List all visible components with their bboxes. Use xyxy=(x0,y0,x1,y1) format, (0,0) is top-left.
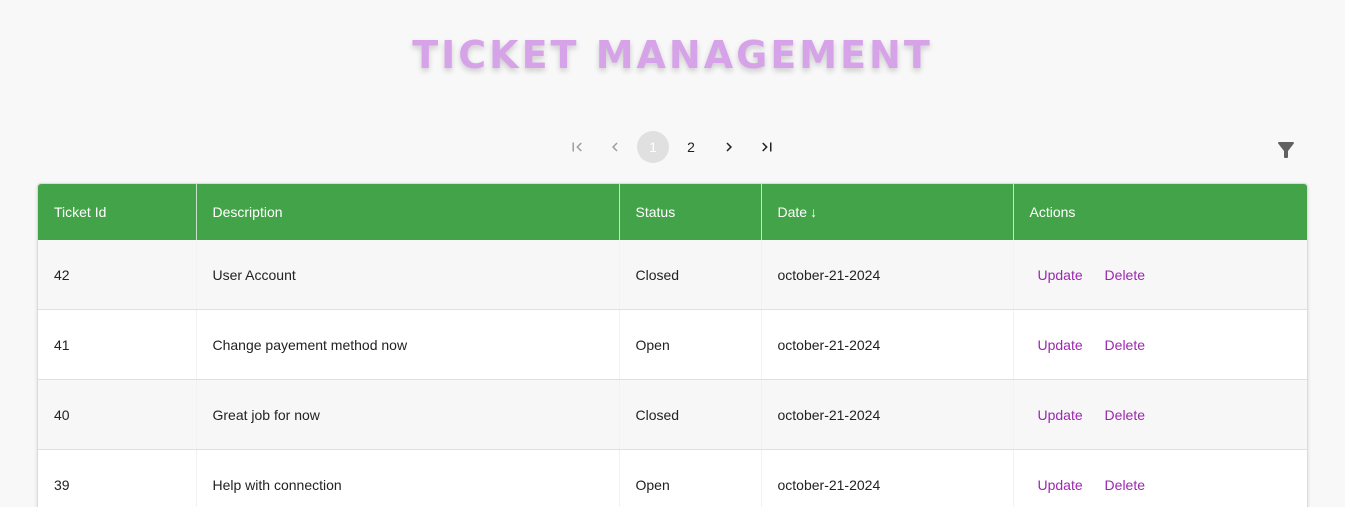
date-cell: october-21-2024 xyxy=(761,240,1014,310)
column-header-description[interactable]: Description xyxy=(196,184,620,240)
date-cell: october-21-2024 xyxy=(761,379,1014,450)
update-button[interactable]: Update xyxy=(1030,471,1091,499)
first-page-icon xyxy=(572,142,582,152)
page-button-1[interactable]: 1 xyxy=(637,131,669,163)
column-header-label: Status xyxy=(635,204,676,220)
actions-cell: Update Delete xyxy=(1013,240,1307,310)
column-header-label: Date xyxy=(777,204,808,220)
previous-page-button[interactable] xyxy=(599,131,631,163)
description-cell: Help with connection xyxy=(196,449,620,507)
table-row: 40 Great job for now Closed october-21-2… xyxy=(38,379,1307,450)
description-cell: Great job for now xyxy=(196,379,620,450)
date-cell: october-21-2024 xyxy=(761,449,1014,507)
filter-button[interactable] xyxy=(1274,138,1298,162)
last-page-button[interactable] xyxy=(751,131,783,163)
table-row: 41 Change payement method now Open octob… xyxy=(38,309,1307,380)
status-cell: Closed xyxy=(619,240,762,310)
ticket-id-cell: 39 xyxy=(38,449,197,507)
column-header-date[interactable]: Date ↓ xyxy=(761,184,1014,240)
description-cell: User Account xyxy=(196,240,620,310)
ticket-id-cell: 40 xyxy=(38,379,197,450)
page-title: TICKET MANAGEMENT xyxy=(412,33,933,77)
delete-button[interactable]: Delete xyxy=(1097,471,1153,499)
column-header-actions: Actions xyxy=(1013,184,1307,240)
column-header-label: Ticket Id xyxy=(54,204,107,220)
column-header-status[interactable]: Status xyxy=(619,184,762,240)
chevron-left-icon xyxy=(612,142,618,152)
next-page-button[interactable] xyxy=(713,131,745,163)
ticket-management-page: TICKET MANAGEMENT 1 2 Ticket Id Descript… xyxy=(0,0,1345,507)
status-cell: Open xyxy=(619,449,762,507)
actions-cell: Update Delete xyxy=(1013,309,1307,380)
delete-button[interactable]: Delete xyxy=(1097,401,1153,429)
delete-button[interactable]: Delete xyxy=(1097,331,1153,359)
description-cell: Change payement method now xyxy=(196,309,620,380)
page-button-2[interactable]: 2 xyxy=(675,131,707,163)
date-cell: october-21-2024 xyxy=(761,309,1014,380)
status-cell: Open xyxy=(619,309,762,380)
tickets-table: Ticket Id Description Status Date ↓ Actio… xyxy=(37,183,1308,507)
chevron-right-icon xyxy=(726,142,732,152)
table-row: 42 User Account Closed october-21-2024 U… xyxy=(38,240,1307,310)
column-header-label: Actions xyxy=(1029,204,1076,220)
sort-descending-icon[interactable]: ↓ xyxy=(810,204,817,220)
table-header-row: Ticket Id Description Status Date ↓ Actio… xyxy=(38,184,1307,240)
actions-cell: Update Delete xyxy=(1013,449,1307,507)
status-cell: Closed xyxy=(619,379,762,450)
ticket-id-cell: 41 xyxy=(38,309,197,380)
pagination: 1 2 xyxy=(558,131,786,163)
table-row: 39 Help with connection Open october-21-… xyxy=(38,449,1307,507)
actions-cell: Update Delete xyxy=(1013,379,1307,450)
first-page-button[interactable] xyxy=(561,131,593,163)
update-button[interactable]: Update xyxy=(1030,261,1091,289)
ticket-id-cell: 42 xyxy=(38,240,197,310)
delete-button[interactable]: Delete xyxy=(1097,261,1153,289)
column-header-label: Description xyxy=(212,204,283,220)
column-header-ticket-id[interactable]: Ticket Id xyxy=(38,184,197,240)
update-button[interactable]: Update xyxy=(1030,331,1091,359)
filter-icon xyxy=(1278,142,1294,158)
last-page-icon xyxy=(762,142,772,152)
update-button[interactable]: Update xyxy=(1030,401,1091,429)
